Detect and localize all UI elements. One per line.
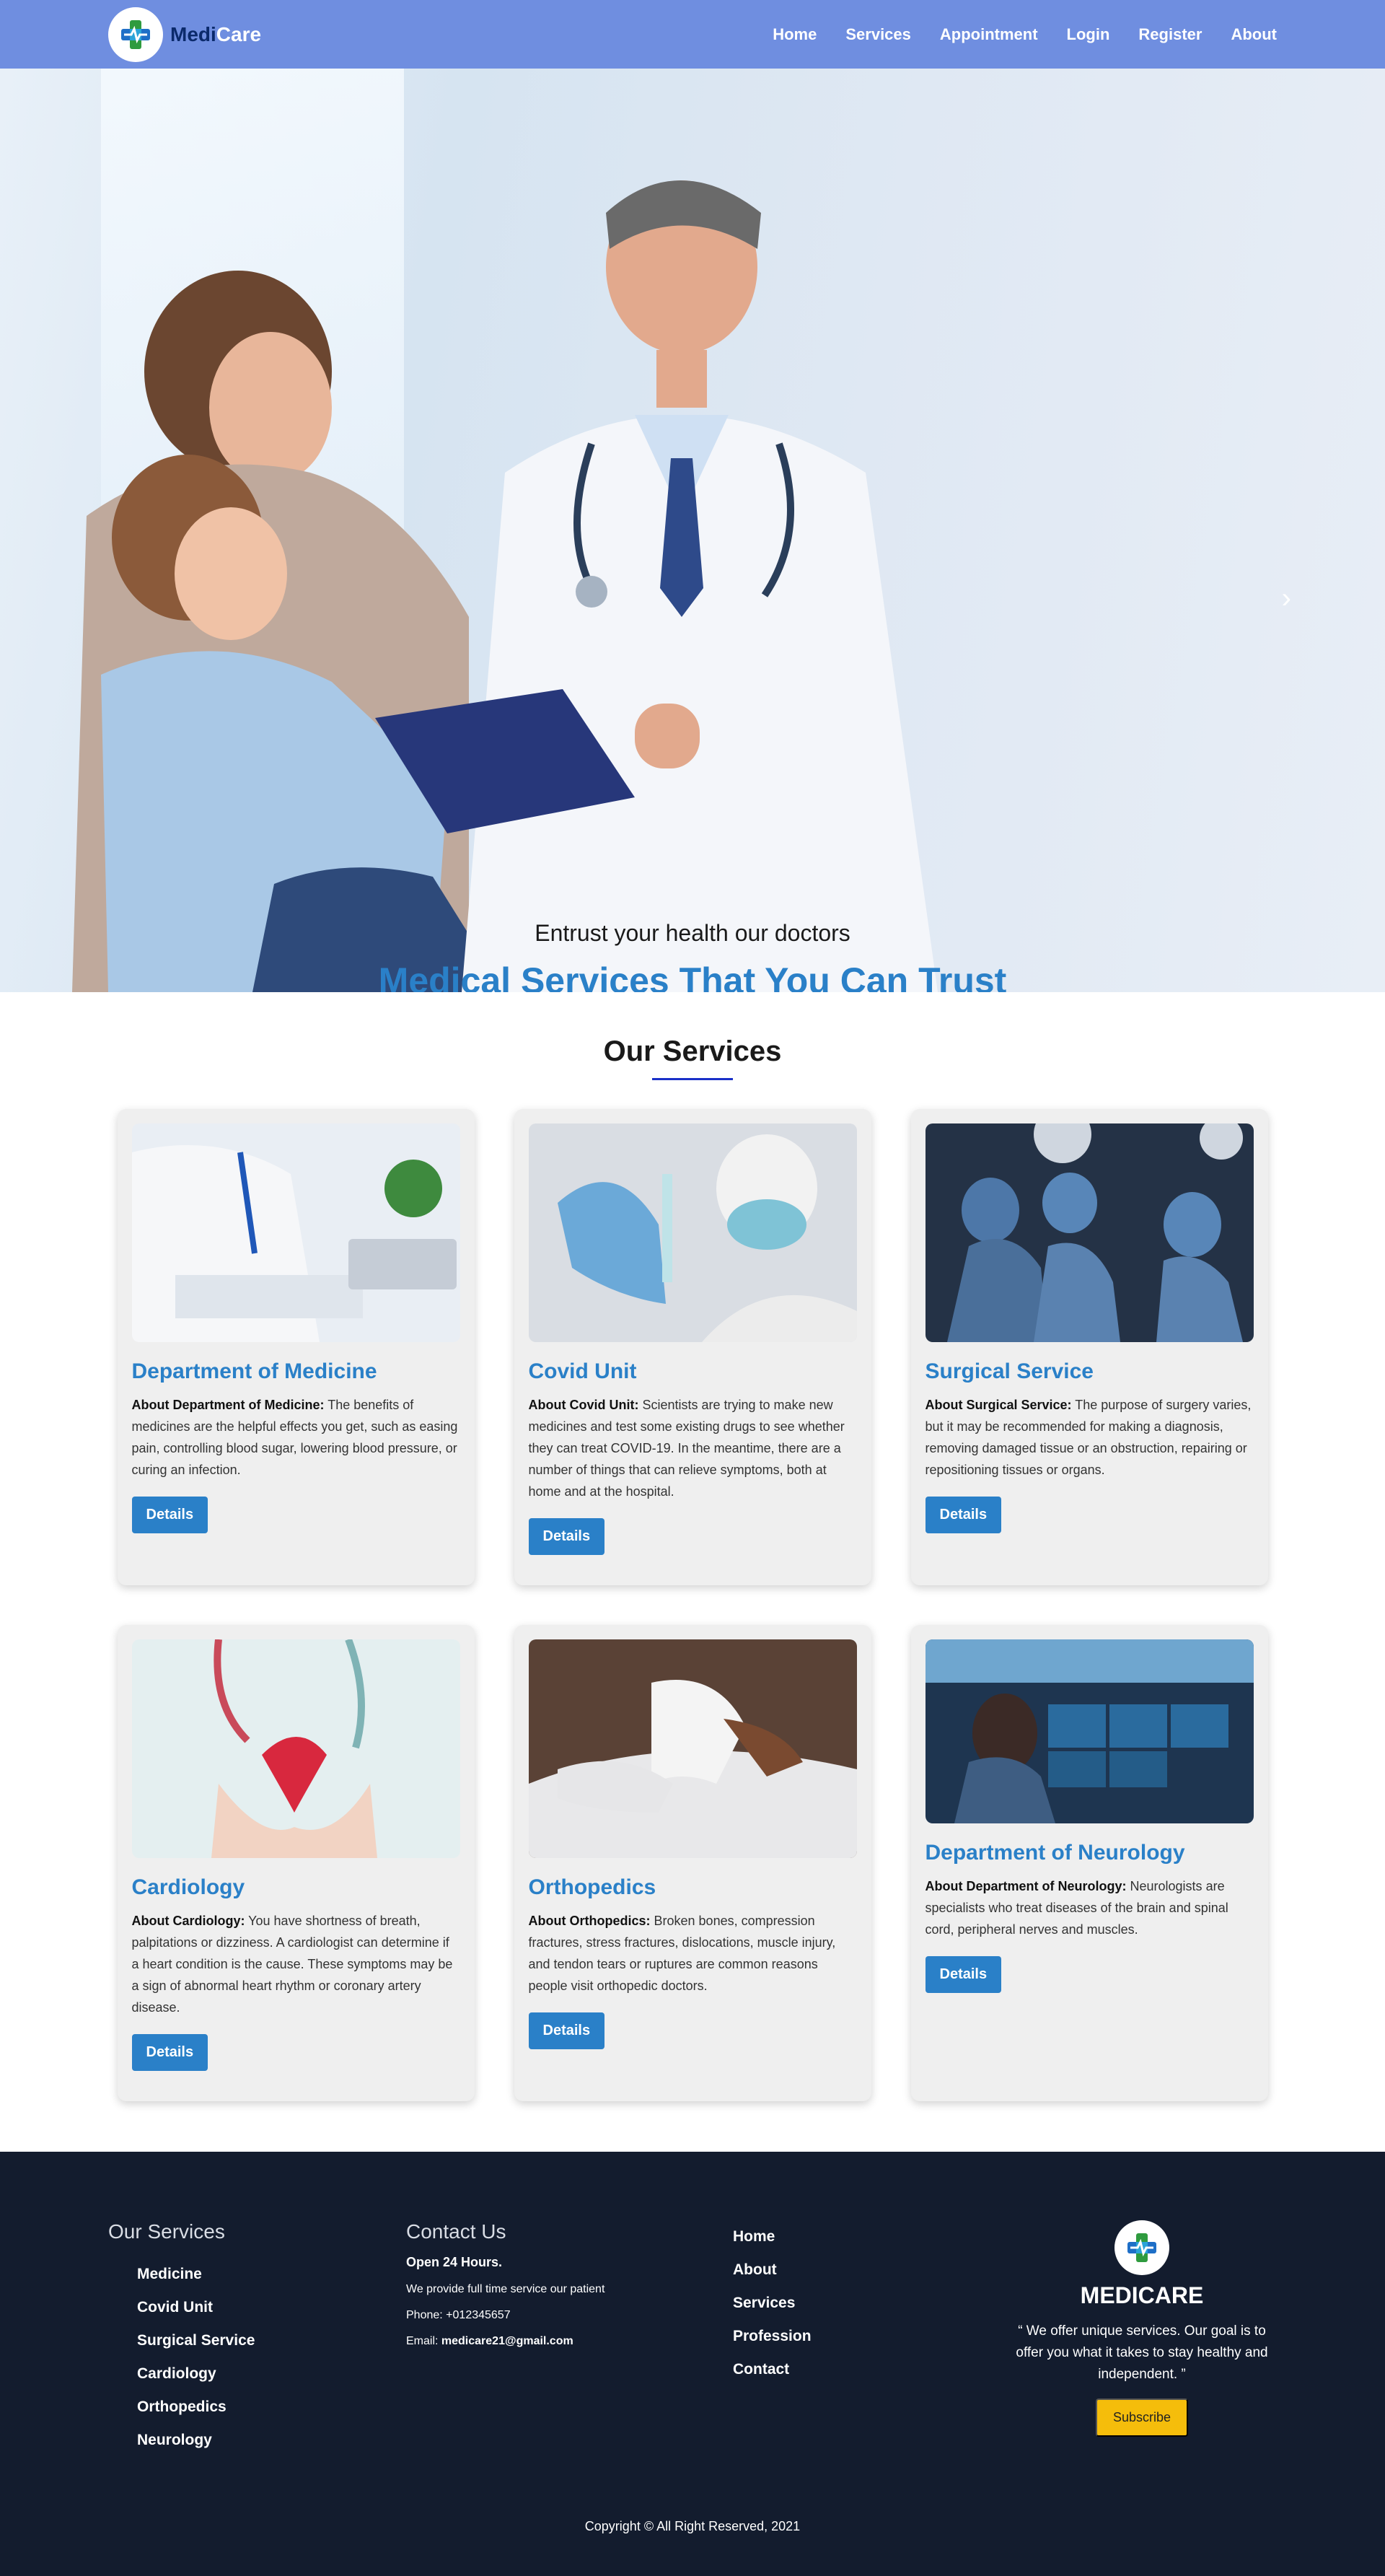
card-description: About Cardiology: You have shortness of …	[132, 1910, 460, 2018]
neurology-image	[925, 1639, 1254, 1823]
card-title: Orthopedics	[528, 1875, 656, 1899]
card-text: You have shortness of breath, palpitatio…	[131, 1914, 453, 2015]
footer-brand: MEDICARE “ We offer unique services. Our…	[1008, 2220, 1275, 2457]
card-label: About Department of Medicine:	[131, 1398, 325, 1412]
footer-columns: Our Services Medicine Covid Unit Surgica…	[108, 2220, 1277, 2457]
nav-login[interactable]: Login	[1067, 25, 1110, 44]
card-title: Covid Unit	[528, 1359, 637, 1383]
footer-brand-name: MEDICARE	[1080, 2282, 1204, 2308]
hero-title: Medical Services That You Can Trust	[378, 960, 1007, 992]
phone-label: Phone:	[406, 2309, 443, 2321]
details-button[interactable]: Details	[528, 2012, 605, 2049]
card-description: About Covid Unit: Scientists are trying …	[529, 1394, 857, 1502]
cardiology-image	[131, 1639, 460, 1858]
card-label: About Covid Unit:	[528, 1398, 639, 1412]
hero-doctor-family-illustration	[72, 180, 938, 992]
medicine-image	[131, 1123, 460, 1342]
title-underline	[652, 1078, 733, 1080]
footer-contact-title: Contact Us	[406, 2220, 506, 2243]
medicare-logo-icon	[108, 6, 163, 62]
card-title: Surgical Service	[925, 1359, 1094, 1383]
service-card: Cardiology About Cardiology: You have sh…	[117, 1625, 475, 2101]
details-button[interactable]: Details	[131, 1497, 208, 1533]
card-label: About Surgical Service:	[925, 1398, 1072, 1412]
footer-contact: Contact Us Open 24 Hours. We provide ful…	[406, 2220, 733, 2457]
details-button[interactable]: Details	[925, 1497, 1002, 1533]
services-section: Our Services Department of Medicine Abou…	[0, 992, 1385, 2152]
card-description: About Orthopedics: Broken bones, compres…	[529, 1910, 857, 1997]
card-description: About Department of Neurology: Neurologi…	[925, 1875, 1254, 1940]
footer-service-cardiology[interactable]: Cardiology	[137, 2357, 406, 2391]
footer-service-medicine[interactable]: Medicine	[137, 2258, 406, 2291]
brand-name: MediCare	[170, 23, 261, 46]
service-cards: Department of Medicine About Department …	[0, 1109, 1385, 2101]
card-title: Cardiology	[131, 1875, 245, 1899]
footer-link-profession[interactable]: Profession	[733, 2320, 1008, 2353]
brand-part1: Medi	[170, 22, 216, 45]
footer-service-neurology[interactable]: Neurology	[137, 2424, 406, 2457]
footer-service-surgical[interactable]: Surgical Service	[137, 2324, 406, 2357]
subscribe-button[interactable]: Subscribe	[1095, 2398, 1189, 2437]
hero-caption: Entrust your health our doctors Medical …	[0, 920, 1385, 992]
footer-service-orthopedics[interactable]: Orthopedics	[137, 2391, 406, 2424]
nav-about[interactable]: About	[1231, 25, 1277, 44]
footer-service-covid[interactable]: Covid Unit	[137, 2291, 406, 2324]
contact-details: Open 24 Hours. We provide full time serv…	[406, 2255, 733, 2348]
card-label: About Department of Neurology:	[925, 1879, 1127, 1893]
nav-services[interactable]: Services	[845, 25, 911, 44]
footer-services: Our Services Medicine Covid Unit Surgica…	[108, 2220, 406, 2457]
service-card: Covid Unit About Covid Unit: Scientists …	[514, 1109, 871, 1585]
email-label: Email:	[406, 2335, 439, 2347]
footer-link-services[interactable]: Services	[733, 2287, 1008, 2320]
phone-value: +012345657	[446, 2309, 511, 2321]
footer-services-title: Our Services	[108, 2220, 225, 2243]
footer-link-about[interactable]: About	[733, 2253, 1008, 2287]
service-card: Surgical Service About Surgical Service:…	[910, 1109, 1268, 1585]
footer-link-contact[interactable]: Contact	[733, 2353, 1008, 2386]
service-card: Department of Medicine About Department …	[117, 1109, 475, 1585]
card-label: About Orthopedics:	[528, 1914, 651, 1928]
footer-link-home[interactable]: Home	[733, 2220, 1008, 2253]
brand[interactable]: MediCare	[108, 6, 261, 62]
details-button[interactable]: Details	[925, 1956, 1002, 1993]
copyright: Copyright © All Right Reserved, 2021	[584, 2519, 801, 2533]
card-label: About Cardiology:	[131, 1914, 245, 1928]
details-button[interactable]: Details	[528, 1518, 605, 1555]
surgical-image	[925, 1123, 1254, 1342]
card-text: Scientists are trying to make new medici…	[528, 1398, 845, 1499]
covid-image	[528, 1123, 857, 1342]
orthopedics-image	[528, 1639, 857, 1858]
contact-email: Email: medicare21@gmail.com	[406, 2335, 733, 2348]
service-card: Orthopedics About Orthopedics: Broken bo…	[514, 1625, 871, 2101]
card-title: Department of Neurology	[925, 1841, 1185, 1865]
hero-subtitle: Entrust your health our doctors	[535, 920, 850, 946]
contact-phone: Phone: +012345657	[406, 2309, 733, 2322]
services-title: Our Services	[603, 1035, 782, 1067]
contact-note: We provide full time service our patient	[406, 2283, 605, 2295]
footer-services-list: Medicine Covid Unit Surgical Service Car…	[108, 2258, 406, 2457]
nav-register[interactable]: Register	[1138, 25, 1202, 44]
medicare-logo-icon	[1114, 2220, 1169, 2275]
hero-carousel: › Entrust your health our doctors Medica…	[0, 69, 1385, 992]
card-title: Department of Medicine	[131, 1359, 377, 1383]
details-button[interactable]: Details	[131, 2034, 208, 2071]
navbar: MediCare Home Services Appointment Login…	[0, 0, 1385, 69]
nav-links: Home Services Appointment Login Register…	[773, 25, 1277, 44]
footer-quote: “ We offer unique services. Our goal is …	[1016, 2323, 1268, 2382]
footer: Our Services Medicine Covid Unit Surgica…	[0, 2152, 1385, 2576]
nav-home[interactable]: Home	[773, 25, 817, 44]
chevron-right-icon[interactable]: ›	[1282, 582, 1291, 615]
brand-part2: Care	[216, 22, 262, 45]
card-description: About Department of Medicine: The benefi…	[132, 1394, 460, 1481]
contact-hours: Open 24 Hours.	[406, 2255, 503, 2269]
email-value[interactable]: medicare21@gmail.com	[441, 2335, 573, 2347]
card-description: About Surgical Service: The purpose of s…	[925, 1394, 1254, 1481]
footer-links: Home About Services Profession Contact	[733, 2220, 1008, 2457]
nav-appointment[interactable]: Appointment	[940, 25, 1038, 44]
service-card: Department of Neurology About Department…	[910, 1625, 1268, 2101]
footer-links-list: Home About Services Profession Contact	[733, 2220, 1008, 2386]
